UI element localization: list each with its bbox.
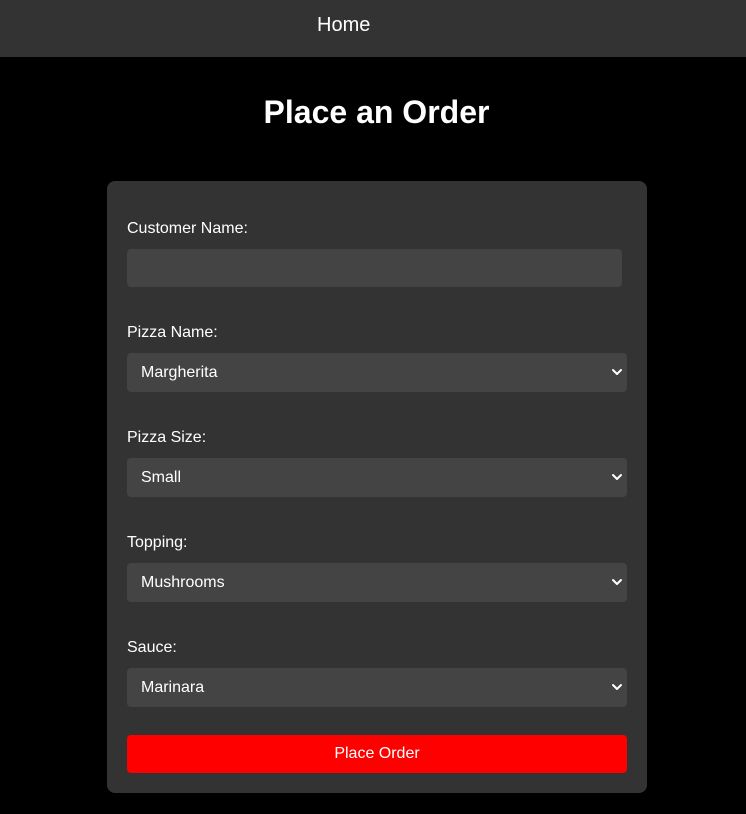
- chevron-down-icon: [612, 474, 622, 480]
- topping-value: Mushrooms: [141, 574, 225, 591]
- sauce-select[interactable]: Marinara: [127, 668, 627, 707]
- sauce-value: Marinara: [141, 679, 205, 696]
- pizza-size-label: Pizza Size:: [127, 429, 207, 446]
- customer-name-input[interactable]: [127, 249, 622, 287]
- chevron-down-icon: [612, 369, 622, 375]
- topping-select[interactable]: Mushrooms: [127, 563, 627, 602]
- chevron-down-icon: [612, 579, 622, 585]
- customer-name-label: Customer Name:: [127, 220, 248, 237]
- order-form: Customer Name: Pizza Name: Margherita Pi…: [107, 181, 647, 793]
- nav-home-link[interactable]: Home: [317, 13, 370, 37]
- place-order-button[interactable]: Place Order: [127, 735, 627, 773]
- pizza-size-select[interactable]: Small: [127, 458, 627, 497]
- chevron-down-icon: [612, 684, 622, 690]
- pizza-name-select[interactable]: Margherita: [127, 353, 627, 392]
- topping-label: Topping:: [127, 534, 188, 551]
- page-title: Place an Order: [263, 94, 490, 130]
- pizza-size-value: Small: [141, 469, 182, 486]
- top-navbar: Home: [0, 0, 746, 57]
- pizza-name-value: Margherita: [141, 364, 218, 381]
- sauce-label: Sauce:: [127, 639, 177, 656]
- pizza-name-label: Pizza Name:: [127, 324, 218, 341]
